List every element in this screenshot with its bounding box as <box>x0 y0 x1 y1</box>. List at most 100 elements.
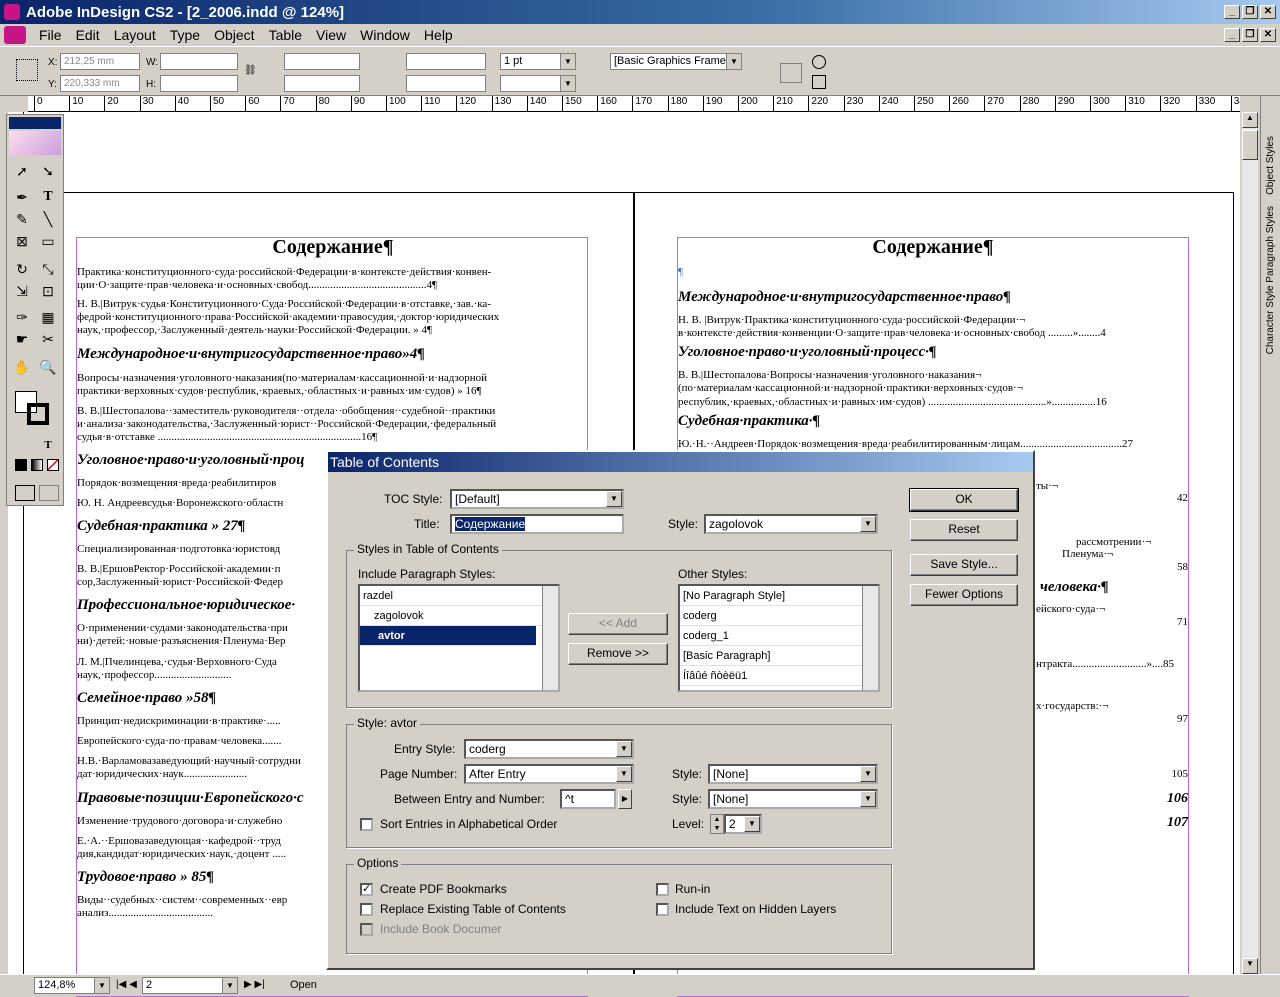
between-input[interactable]: ^t <box>560 789 616 809</box>
special-chars-icon[interactable]: ▶ <box>618 789 632 809</box>
formatting-text-icon[interactable]: T <box>37 435 59 455</box>
zoom-tool-icon[interactable]: 🔍 <box>37 357 59 377</box>
x-field[interactable]: 212,25 mm <box>60 53 140 70</box>
ok-button[interactable]: OK <box>909 488 1019 512</box>
menu-type[interactable]: Type <box>163 27 207 43</box>
scale-x-field[interactable] <box>284 53 360 70</box>
list-item[interactable]: coderg <box>680 606 878 626</box>
rotate-tool-icon[interactable]: ↻ <box>11 259 33 279</box>
menu-layout[interactable]: Layout <box>107 27 163 43</box>
replace-existing-checkbox[interactable] <box>360 903 373 916</box>
apply-gradient-icon[interactable] <box>31 459 43 471</box>
title-style-select[interactable]: zagolovok ▼ <box>704 514 878 534</box>
menu-file[interactable]: File <box>32 27 69 43</box>
first-page-icon[interactable]: |◀ ◀ <box>116 979 137 990</box>
list-item[interactable]: [Basic Paragraph] <box>680 646 878 666</box>
rotate-field[interactable] <box>406 53 486 70</box>
vertical-scrollbar[interactable]: ▲ ▼ <box>1242 112 1258 974</box>
pen-tool-icon[interactable]: ✒ <box>11 187 33 207</box>
menu-window[interactable]: Window <box>353 27 417 43</box>
gradient-tool-icon[interactable]: ▦ <box>37 307 59 327</box>
title-input[interactable]: Содержание <box>450 514 624 534</box>
restore-button[interactable]: ❐ <box>1242 5 1258 19</box>
stroke-weight-select[interactable]: 1 pt ▼ <box>500 53 576 70</box>
doc-minimize-button[interactable]: _ <box>1224 28 1240 42</box>
reset-button[interactable]: Reset <box>910 519 1018 541</box>
list-scrollbar[interactable] <box>862 586 878 690</box>
paragraph-styles-tab[interactable]: Character Style Paragraph Styles <box>1265 206 1276 354</box>
document-icon[interactable] <box>4 26 26 44</box>
scroll-up-icon[interactable]: ▲ <box>1242 112 1258 128</box>
include-styles-list[interactable]: razdel zagolovok avtor <box>358 584 560 692</box>
type-tool-icon[interactable]: T <box>37 187 59 207</box>
y-field[interactable]: 220,333 mm <box>60 75 140 92</box>
play-icon[interactable] <box>812 55 826 69</box>
direct-selection-tool-icon[interactable]: ➘ <box>37 161 59 181</box>
eyedropper-tool-icon[interactable]: ✑ <box>11 307 33 327</box>
menu-view[interactable]: View <box>309 27 353 43</box>
button-tool-icon[interactable]: ☛ <box>11 329 33 349</box>
object-styles-tab[interactable]: Object Styles <box>1265 136 1276 195</box>
panel-menu-icon[interactable] <box>780 63 802 83</box>
normal-view-icon[interactable] <box>15 485 35 501</box>
constrain-icon[interactable]: ⛓ <box>244 65 257 79</box>
scale-tool-icon[interactable]: ⤡ <box>37 259 59 279</box>
scissors-tool-icon[interactable]: ✂ <box>37 329 59 349</box>
apply-color-icon[interactable] <box>15 459 27 471</box>
remove-button[interactable]: Remove >> <box>568 643 668 665</box>
between-style-select[interactable]: [None] ▼ <box>708 789 878 809</box>
run-in-checkbox[interactable] <box>656 883 669 896</box>
doc-close-button[interactable]: ✕ <box>1260 28 1276 42</box>
page-number-style-select[interactable]: [None] ▼ <box>708 764 878 784</box>
stroke-type-select[interactable]: ▼ <box>500 75 576 92</box>
level-stepper-icon[interactable]: ▲ ▼ <box>710 814 724 834</box>
shear-field[interactable] <box>406 75 486 92</box>
scroll-thumb[interactable] <box>1242 130 1258 160</box>
dialog-title[interactable]: Table of Contents <box>328 452 1033 472</box>
add-button[interactable]: << Add <box>568 613 668 635</box>
h-field[interactable] <box>160 75 238 92</box>
horizontal-ruler[interactable]: 0 10 20 30 40 50 60 70 80 90 100 110 120 130 140 150 160… <box>28 96 1240 112</box>
list-item[interactable]: [No Paragraph Style] <box>680 586 878 606</box>
scroll-down-icon[interactable]: ▼ <box>1242 958 1258 974</box>
stroke-swatch[interactable] <box>27 403 49 425</box>
save-style-button[interactable]: Save Style... <box>910 554 1018 576</box>
hand-tool-icon[interactable]: ✋ <box>11 357 33 377</box>
page-number-select[interactable]: After Entry ▼ <box>464 764 634 784</box>
sort-checkbox[interactable] <box>360 818 373 831</box>
scale-y-field[interactable] <box>284 75 360 92</box>
other-styles-list[interactable]: [No Paragraph Style] coderg coderg_1 [Ba… <box>678 584 880 692</box>
level-select[interactable]: 2 ▼ <box>724 814 762 834</box>
zoom-select[interactable]: 124,8% ▼ <box>34 977 110 994</box>
rectangle-frame-tool-icon[interactable]: ⊠ <box>11 231 33 251</box>
apply-none-icon[interactable] <box>47 459 59 471</box>
list-item[interactable]: avtor <box>360 626 536 646</box>
pencil-tool-icon[interactable]: ✎ <box>11 209 33 229</box>
hidden-layers-checkbox[interactable] <box>656 903 669 916</box>
page-select[interactable]: 2 ▼ <box>142 977 238 994</box>
close-button[interactable]: ✕ <box>1260 5 1276 19</box>
include-book-checkbox[interactable] <box>360 923 373 936</box>
shear-tool-icon[interactable]: ⇲ <box>11 281 33 301</box>
preview-view-icon[interactable] <box>39 485 59 501</box>
minimize-button[interactable]: _ <box>1224 5 1240 19</box>
list-scrollbar[interactable] <box>542 586 558 690</box>
rectangle-tool-icon[interactable]: ▭ <box>37 231 59 251</box>
line-tool-icon[interactable]: ╲ <box>37 209 59 229</box>
selection-tool-icon[interactable]: ➚ <box>11 161 33 181</box>
menu-help[interactable]: Help <box>417 27 460 43</box>
document-icon[interactable] <box>812 75 826 89</box>
doc-restore-button[interactable]: ❐ <box>1242 28 1258 42</box>
create-pdf-checkbox[interactable]: ✓ <box>360 883 373 896</box>
menu-object[interactable]: Object <box>207 27 261 43</box>
entry-style-select[interactable]: coderg ▼ <box>464 739 634 759</box>
free-transform-tool-icon[interactable]: ⊡ <box>37 281 59 301</box>
list-item[interactable]: Íîâûé ñòèëü1 <box>680 666 878 686</box>
toolbox-header[interactable] <box>9 117 61 129</box>
list-item[interactable]: zagolovok <box>360 606 558 626</box>
reference-point-icon[interactable] <box>16 59 38 81</box>
w-field[interactable] <box>160 53 238 70</box>
menu-table[interactable]: Table <box>262 27 309 43</box>
object-style-select[interactable]: [Basic Graphics Frame] ▼ <box>610 53 742 70</box>
list-item[interactable]: coderg_1 <box>680 626 878 646</box>
